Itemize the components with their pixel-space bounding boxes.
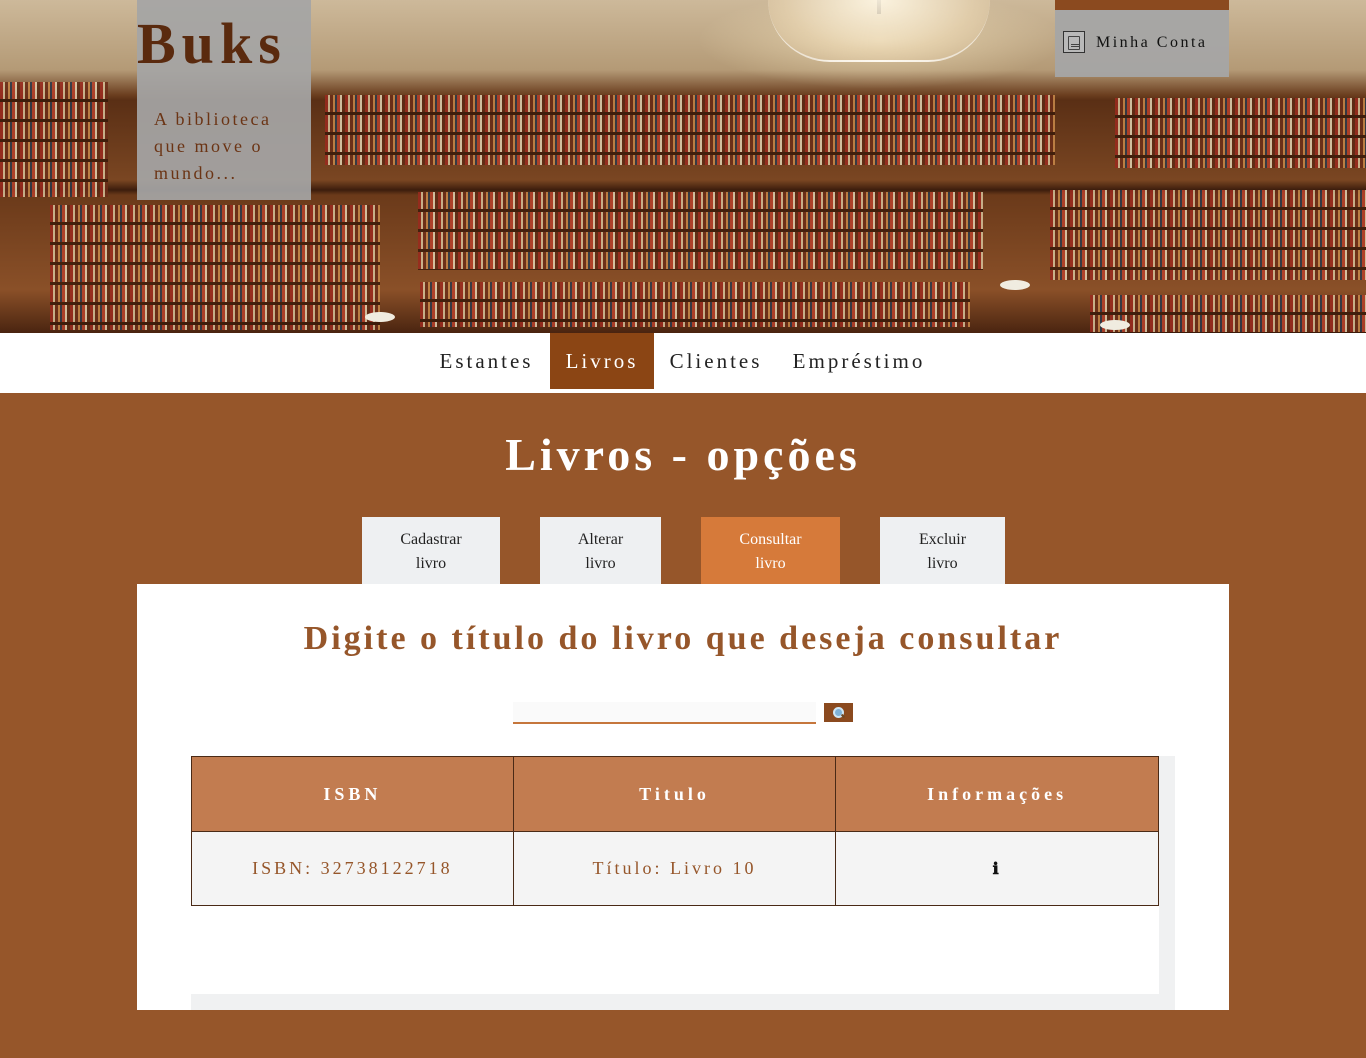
- nav-item-emprestimo[interactable]: Empréstimo: [778, 333, 940, 389]
- panel-heading: Digite o título do livro que deseja cons…: [303, 620, 1063, 657]
- account-label: Minha Conta: [1096, 34, 1208, 51]
- reading-lamp: [1000, 280, 1030, 290]
- tab-label: Cadastrar: [400, 531, 462, 548]
- bookshelf: [1115, 98, 1366, 168]
- account-icon: [1063, 31, 1085, 53]
- main-nav: Estantes Livros Clientes Empréstimo: [0, 333, 1366, 393]
- reading-lamp: [365, 312, 395, 322]
- tab-cadastrar-livro[interactable]: Cadastrar livro: [362, 517, 500, 584]
- tab-consultar-livro[interactable]: Consultar livro: [701, 517, 840, 584]
- brand-box: Buks A biblioteca que move o mundo...: [137, 0, 311, 200]
- search-icon: [833, 707, 844, 718]
- reading-lamp: [1100, 320, 1130, 330]
- brand-title: Buks: [137, 11, 287, 76]
- column-header-titulo: Titulo: [512, 756, 837, 832]
- bookshelf: [418, 192, 983, 270]
- tab-excluir-livro[interactable]: Excluir livro: [880, 517, 1005, 584]
- bookshelf: [0, 82, 108, 197]
- search-input[interactable]: [513, 702, 816, 724]
- tab-alterar-livro[interactable]: Alterar livro: [540, 517, 661, 584]
- column-header-isbn: ISBN: [191, 756, 514, 832]
- tab-label: livro: [927, 555, 958, 572]
- consult-panel: Digite o título do livro que deseja cons…: [137, 584, 1229, 1010]
- results-table: ISBN Titulo Informações ISBN: 3273812271…: [191, 756, 1159, 906]
- tab-label: livro: [585, 555, 616, 572]
- info-icon[interactable]: ℹ: [835, 831, 1159, 906]
- tab-label: livro: [755, 555, 786, 572]
- column-header-informacoes: Informações: [835, 756, 1159, 832]
- bookshelf: [1090, 295, 1366, 333]
- tab-label: Alterar: [577, 531, 624, 548]
- tab-label: Excluir: [918, 531, 967, 548]
- results-inner: ISBN Titulo Informações ISBN: 3273812271…: [191, 756, 1159, 994]
- brand-tagline: A biblioteca que move o mundo...: [154, 109, 272, 183]
- results-container: ISBN Titulo Informações ISBN: 3273812271…: [191, 756, 1175, 1010]
- nav-item-livros[interactable]: Livros: [550, 333, 654, 389]
- account-button[interactable]: Minha Conta: [1055, 0, 1229, 77]
- cell-titulo: Título: Livro 10: [512, 831, 837, 906]
- table-row: ISBN: 32738122718 Título: Livro 10 ℹ: [191, 831, 1159, 906]
- cell-isbn: ISBN: 32738122718: [191, 831, 514, 906]
- table-header-row: ISBN Titulo Informações: [191, 756, 1159, 832]
- page-title: Livros - opções: [505, 429, 861, 480]
- bookshelf: [50, 205, 380, 330]
- tab-label: livro: [415, 555, 447, 572]
- search-button[interactable]: [824, 703, 853, 722]
- bookshelf: [325, 95, 1055, 165]
- hero-banner: Buks A biblioteca que move o mundo... Mi…: [0, 0, 1366, 333]
- nav-item-clientes[interactable]: Clientes: [656, 333, 776, 389]
- chandelier: [768, 0, 990, 62]
- tab-label: Consultar: [739, 531, 802, 548]
- bookshelf: [1050, 190, 1366, 280]
- nav-item-estantes[interactable]: Estantes: [425, 333, 548, 389]
- bookshelf: [420, 282, 970, 327]
